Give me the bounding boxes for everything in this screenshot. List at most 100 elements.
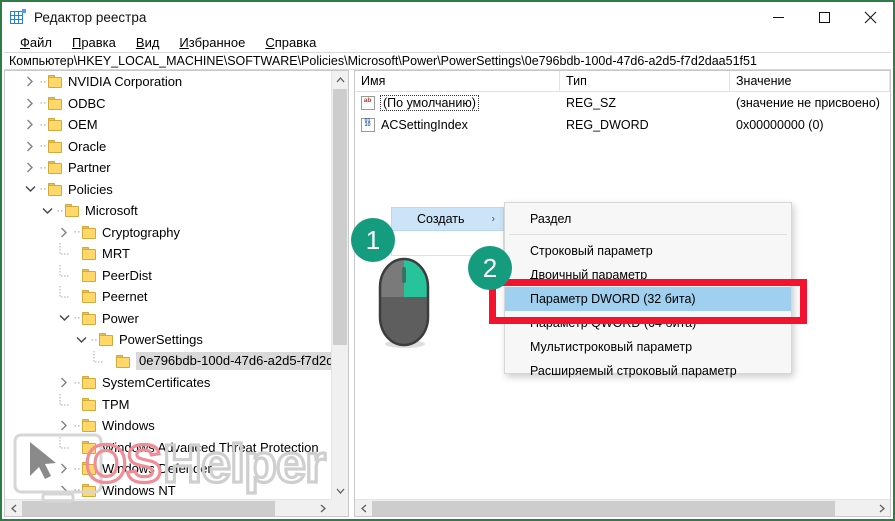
- chevron-right-icon[interactable]: [22, 136, 38, 157]
- chevron-right-icon[interactable]: [22, 114, 38, 135]
- column-header-type[interactable]: Тип: [560, 71, 730, 91]
- right-click-mouse-icon: [378, 257, 430, 348]
- chevron-right-icon[interactable]: [22, 93, 38, 114]
- tree-item-partner[interactable]: ·· Partner: [5, 157, 331, 179]
- context-menu-item[interactable]: Раздел: [505, 207, 791, 231]
- tree-hscroll-right-icon[interactable]: [314, 500, 331, 517]
- tree-item-windows[interactable]: ·· Windows: [5, 415, 331, 437]
- chevron-down-icon[interactable]: [22, 179, 38, 200]
- tree-item-systemcertificates[interactable]: ·· SystemCertificates: [5, 372, 331, 394]
- tree-hscroll-left-icon[interactable]: [5, 500, 22, 517]
- tree-indent-spacer: [5, 286, 56, 307]
- tree-indent-spacer: [5, 114, 22, 135]
- values-hscroll-left-icon[interactable]: [355, 500, 372, 517]
- chevron-down-icon[interactable]: [39, 200, 55, 221]
- chevron-down-icon[interactable]: [56, 308, 72, 329]
- tree-item-power[interactable]: ·· Power: [5, 308, 331, 330]
- context-submenu-new[interactable]: Раздел Строковый параметр Двоичный парамет…: [504, 202, 792, 378]
- tree-item-oem[interactable]: ·· OEM: [5, 114, 331, 136]
- context-menu-item[interactable]: Параметр QWORD (64 бита): [505, 311, 791, 335]
- tree-connector-dots: ··: [39, 75, 47, 88]
- tree-item-windows-advanced-threat-protection[interactable]: Windows Advanced Threat Protection: [5, 436, 331, 459]
- tree-item-label: TPM: [102, 396, 130, 412]
- tree-item-label: SystemCertificates: [102, 375, 211, 391]
- tree-item-powersettings[interactable]: ·· PowerSettings: [5, 329, 331, 351]
- maximize-button[interactable]: [801, 2, 847, 32]
- values-value-label: (значение не присвоено): [736, 96, 880, 110]
- tree-scroll-up-icon[interactable]: [332, 71, 348, 88]
- minimize-button[interactable]: [755, 2, 801, 32]
- column-header-value[interactable]: Значение: [730, 71, 890, 91]
- tree-item-odbc[interactable]: ·· ODBC: [5, 93, 331, 115]
- tree-item-mrt[interactable]: MRT: [5, 243, 331, 265]
- tree-indent-spacer: [5, 265, 56, 286]
- tree-indent-spacer: [5, 394, 56, 415]
- values-row[interactable]: 01 10 ACSettingIndex REG_DWORD 0x00000000 (0…: [355, 114, 890, 136]
- values-name-label: ACSettingIndex: [381, 118, 468, 132]
- menu-help[interactable]: Справка: [255, 35, 326, 50]
- tree-item-label: Windows: [102, 418, 155, 434]
- menu-file[interactable]: Файл: [10, 35, 62, 50]
- values-row[interactable]: ab (По умолчанию) REG_SZ (значение не присв…: [355, 92, 890, 114]
- tree-item-label: NVIDIA Corporation: [68, 74, 183, 90]
- tree-vertical-scrollbar[interactable]: [331, 71, 348, 499]
- tree-item-nvidia-corporation[interactable]: ·· NVIDIA Corporation: [5, 71, 331, 93]
- context-menu-item-create[interactable]: Создать ›: [391, 207, 504, 231]
- context-menu-item[interactable]: Строковый параметр: [505, 239, 791, 263]
- values-cell-type: REG_DWORD: [560, 118, 730, 132]
- chevron-right-icon[interactable]: [56, 222, 72, 243]
- values-hscroll-thumb[interactable]: [372, 500, 835, 516]
- tree-item-policies[interactable]: ·· Policies: [5, 179, 331, 201]
- tree-item-windows-nt[interactable]: ·· Windows NT: [5, 480, 331, 500]
- window-title: Редактор реестра: [34, 9, 147, 25]
- tree-item-cryptography[interactable]: ·· Cryptography: [5, 222, 331, 244]
- tree-item-peerdist[interactable]: PeerDist: [5, 264, 331, 287]
- tree-scroll-down-icon[interactable]: [332, 482, 348, 499]
- chevron-right-icon[interactable]: [56, 480, 72, 499]
- tree-connector-line: [56, 286, 72, 307]
- chevron-right-icon[interactable]: [56, 372, 72, 393]
- tree-item-windows-defender[interactable]: ·· Windows Defender: [5, 458, 331, 480]
- tree-item-label: Windows NT: [102, 482, 176, 498]
- values-cell-value: 0x00000000 (0): [730, 118, 890, 132]
- menu-edit[interactable]: Правка: [62, 35, 126, 50]
- tree-item-microsoft[interactable]: ·· Microsoft: [5, 200, 331, 222]
- tree-indent-spacer: [5, 480, 56, 499]
- context-menu-item-label: Раздел: [530, 212, 572, 226]
- address-bar[interactable]: Компьютер\HKEY_LOCAL_MACHINE\SOFTWARE\Po…: [4, 52, 891, 70]
- context-menu-item[interactable]: Параметр DWORD (32 бита): [505, 287, 791, 311]
- tree-item-0e796bdb-100d-47d6-a2d5-f7d2daa51f51[interactable]: 0e796bdb-100d-47d6-a2d5-f7d2daa51f51: [5, 350, 331, 373]
- chevron-down-icon[interactable]: [73, 329, 89, 350]
- values-horizontal-scrollbar[interactable]: [355, 499, 890, 516]
- context-menu-item[interactable]: Мультистроковый параметр: [505, 335, 791, 359]
- tree-indent-spacer: [5, 200, 39, 221]
- tree-item-oracle[interactable]: ·· Oracle: [5, 136, 331, 158]
- column-header-type-label: Тип: [566, 74, 587, 88]
- chevron-right-icon[interactable]: [22, 71, 38, 92]
- tree-item-peernet[interactable]: Peernet: [5, 286, 331, 308]
- folder-icon: [82, 483, 97, 497]
- menu-favorites[interactable]: Избранное: [169, 35, 255, 50]
- tree-scroll-thumb[interactable]: [333, 89, 347, 345]
- menu-view-rest: ид: [144, 34, 160, 50]
- chevron-right-icon[interactable]: [56, 458, 72, 479]
- values-cell-name: 01 10 ACSettingIndex: [355, 118, 560, 132]
- menu-view[interactable]: Вид: [126, 35, 170, 50]
- values-type-label: REG_DWORD: [566, 118, 649, 132]
- tree-item-label: Power: [102, 310, 139, 326]
- context-menu-item[interactable]: Расширяемый строковый параметр: [505, 359, 791, 383]
- tree-hscroll-thumb[interactable]: [22, 500, 275, 516]
- chevron-right-icon[interactable]: [56, 415, 72, 436]
- registry-tree[interactable]: ·· NVIDIA Corporation ·· ODBC ·· OEM ·· Oracle ·…: [5, 71, 331, 499]
- column-header-name[interactable]: Имя: [355, 71, 560, 91]
- chevron-right-icon[interactable]: [22, 157, 38, 178]
- tree-item-tpm[interactable]: TPM: [5, 393, 331, 416]
- tree-scrollbar-corner: [331, 499, 348, 516]
- close-button[interactable]: [847, 2, 893, 32]
- tree-horizontal-scrollbar[interactable]: [5, 499, 331, 516]
- context-menu-item[interactable]: Двоичный параметр: [505, 263, 791, 287]
- values-hscroll-right-icon[interactable]: [873, 500, 890, 517]
- menu-favorites-rest: збранное: [188, 34, 246, 50]
- folder-icon: [65, 204, 80, 218]
- tree-item-label: PeerDist: [102, 267, 152, 283]
